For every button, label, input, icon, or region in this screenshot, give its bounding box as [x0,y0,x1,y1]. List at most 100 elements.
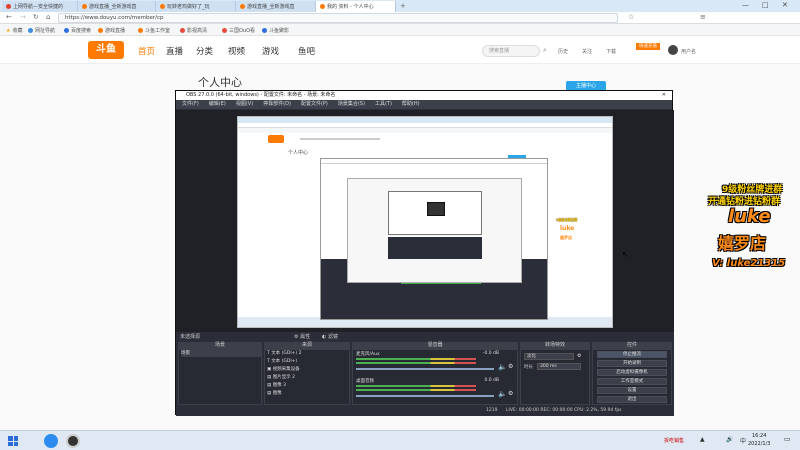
transitions-dock-header: 转场特效 [520,342,590,349]
source-item[interactable]: ▤ 图像 3 [267,382,286,389]
taskbar-date[interactable]: 2022/1/3 [748,441,770,447]
bookmark-item[interactable]: 影视高清 [180,27,207,34]
new-tab-icon[interactable]: + [400,2,406,10]
promo-brand-1: luke [728,206,771,227]
site-search-input[interactable]: 搜索直播 [482,45,540,57]
bookmark-item[interactable]: 网址导航 [28,27,55,34]
stop-streaming-button[interactable]: 停止推流 [597,351,667,358]
source-item[interactable]: ▤ 图片显示 2 [267,374,295,381]
bookmark-icon [262,28,267,33]
forward-icon[interactable]: → [20,13,26,21]
menu-profile[interactable]: 配置文件(P) [301,100,328,109]
notification-center-icon[interactable]: ▭ [784,435,791,443]
duration-input[interactable]: 300 ms [537,363,581,370]
maximize-icon[interactable]: □ [762,1,769,9]
gear-icon[interactable]: ⚙ [508,390,513,397]
volume-slider[interactable] [356,395,494,397]
mixer-channel-name: 麦克风/Aux [356,352,380,357]
gear-icon[interactable]: ⚙ [577,353,581,359]
audio-meter [356,358,476,360]
refresh-icon[interactable]: ↻ [33,13,39,21]
bookmark-item[interactable]: 百度搜索 [64,27,91,34]
mixer-channel-db: -0.0 dB [482,351,499,356]
notification-text[interactable]: 拆吃销售 [664,437,684,444]
bookmark-item[interactable]: 斗鱼聚影 [262,27,289,34]
audio-meter [356,362,476,364]
menu-docks[interactable]: 停靠部件(D) [263,100,291,109]
gear-icon[interactable]: ⚙ [508,363,513,370]
status-text: LIVE: 00:00:00 REC: 00:00:00 CPU: 2.2%, … [506,408,622,413]
taskbar-time[interactable]: 16:24 [752,433,766,439]
download-link[interactable]: 下载 [606,48,616,55]
speaker-icon[interactable]: 🔈 [498,390,507,398]
home-icon[interactable]: ⌂ [46,13,50,21]
speaker-icon[interactable]: 🔈 [498,363,507,371]
network-icon[interactable]: ▲ [700,436,705,443]
browser-tab[interactable]: 游戏直播_全新游戏直 [236,1,316,12]
filters-button[interactable]: ◐ 滤镜 [322,333,338,340]
nav-video[interactable]: 视频 [228,45,245,57]
browser-tab[interactable]: 游戏直播_全新游戏直 [78,1,156,12]
nav-home[interactable]: 首页 [138,45,155,57]
close-icon[interactable]: ✕ [662,91,666,100]
bookmark-item[interactable]: ★ 收藏 [6,27,23,35]
bookmark-item[interactable]: 游戏直播 [98,27,125,34]
start-virtual-camera-button[interactable]: 启动虚拟摄像机 [597,369,667,376]
username-label[interactable]: 用户名 [681,48,696,55]
mixer-dock: 麦克风/Aux -0.0 dB 🔈 ⚙ 桌面音频 0.0 dB 🔈 ⚙ [352,349,518,405]
settings-button[interactable]: 设置 [597,387,667,394]
nav-live[interactable]: 直播 [166,45,183,57]
url-input[interactable]: https://www.douyu.com/member/cp [58,13,618,23]
nav-game[interactable]: 游戏 [262,45,279,57]
menu-icon[interactable]: ≡ [700,13,706,21]
ime-indicator[interactable]: 中 [740,436,746,445]
source-item[interactable]: ▣ 视频采集设备 [267,366,300,373]
menu-help[interactable]: 帮助(H) [402,100,420,109]
site-logo[interactable]: 斗鱼 [88,41,124,59]
sources-dock: T 文本 (GDI+) 2 T 文本 (GDI+) ▣ 视频采集设备 ▤ 图片显… [264,349,350,405]
scenes-dock: 场景 [178,349,262,405]
source-item[interactable]: T 文本 (GDI+) 2 [267,350,301,357]
obs-title-bar: OBS 27.0.0 (64-bit, windows) - 配置文件: 未命名… [176,91,672,100]
source-item[interactable]: ▤ 图像 [267,390,282,397]
menu-view[interactable]: 视图(V) [236,100,253,109]
page-title: 个人中心 [198,76,242,89]
source-item[interactable]: T 文本 (GDI+) [267,358,297,365]
windows-start-icon[interactable] [8,436,18,446]
browser-tab[interactable]: 上网导航—安全快捷的 [2,1,78,12]
menu-file[interactable]: 文件(F) [182,100,199,109]
volume-slider[interactable] [356,368,494,370]
nav-fishbar[interactable]: 鱼吧 [298,45,315,57]
site-header: 斗鱼 首页 直播 分类 视频 游戏 鱼吧 搜索直播 ⌕ 历史 关注 下载 快速充… [0,37,800,64]
start-recording-button[interactable]: 开始录制 [597,360,667,367]
capture-inner-obs [388,237,482,259]
search-icon[interactable]: ⌕ [543,46,547,55]
obs-taskbar-icon[interactable] [66,434,80,448]
no-source-label: 未选择源 [180,334,201,340]
browser-tab[interactable]: 玩转老鸡做好了_玩 [156,1,236,12]
exit-button[interactable]: 退出 [597,396,667,403]
recharge-badge[interactable]: 快速充值 [636,43,660,50]
bookmark-icon [222,28,227,33]
bookmark-item[interactable]: 斗鱼工作室 [138,27,170,34]
browser-taskbar-icon[interactable] [44,434,58,448]
promo-wechat: V: luke21315 [712,258,786,269]
back-icon[interactable]: ← [6,13,12,21]
menu-edit[interactable]: 编辑(E) [209,100,226,109]
history-link[interactable]: 历史 [558,48,568,55]
menu-scene-collection[interactable]: 场景集合(S) [338,100,365,109]
bookmark-item[interactable]: 三国OuO看 [222,27,255,34]
browser-tab-active[interactable]: 我的 资料 - 个人中心 [316,1,396,12]
minimize-icon[interactable]: — [742,1,749,9]
volume-icon[interactable]: 🔊 [726,436,733,443]
transition-select[interactable]: 淡化 [524,353,574,360]
star-icon[interactable]: ☆ [628,13,634,21]
properties-button[interactable]: ⚙ 属性 [294,333,310,340]
avatar[interactable] [668,45,678,55]
menu-tools[interactable]: 工具(T) [375,100,392,109]
close-icon[interactable]: ✕ [782,1,788,9]
studio-mode-button[interactable]: 工作室模式 [597,378,667,385]
follow-link[interactable]: 关注 [582,48,592,55]
nav-category[interactable]: 分类 [196,45,213,57]
scene-item[interactable]: 场景 [181,350,261,357]
